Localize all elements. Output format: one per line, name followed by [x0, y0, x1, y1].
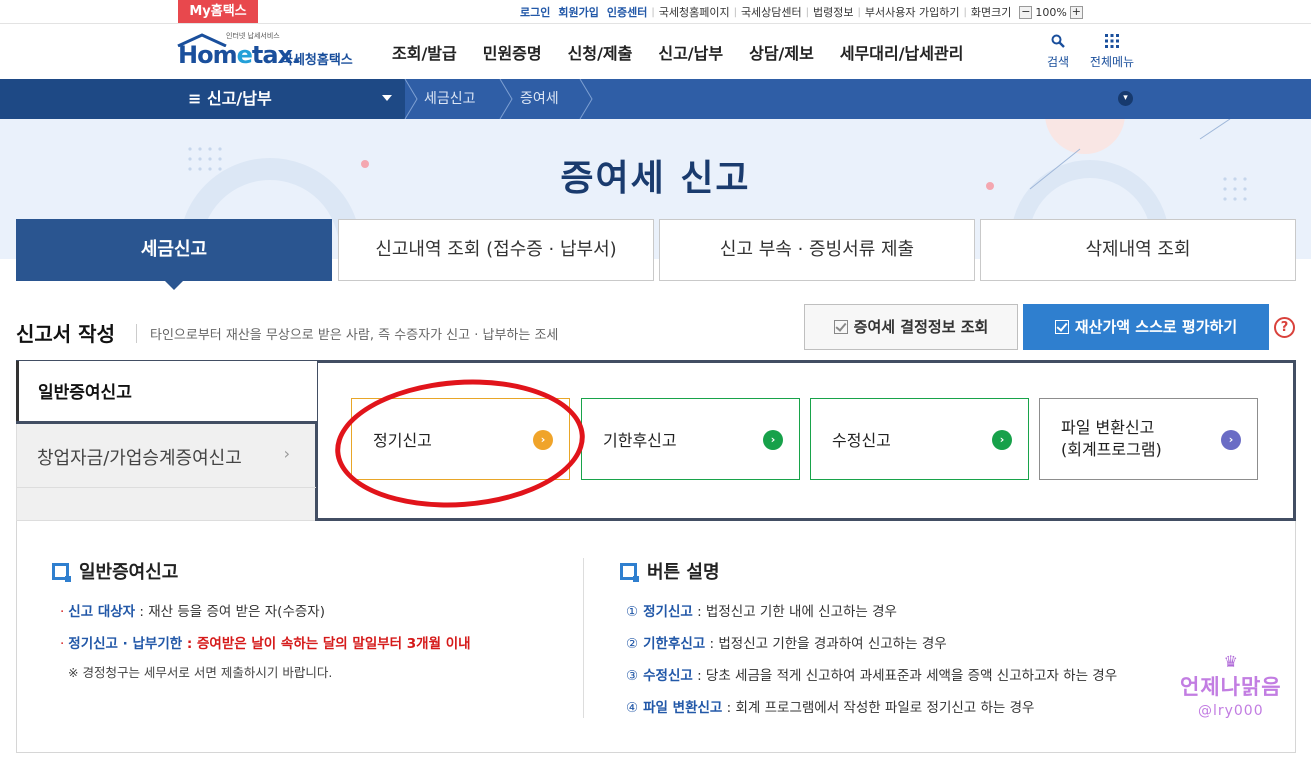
zoom-in-button[interactable]: +: [1069, 5, 1083, 19]
info-buttons-title: 버튼 설명: [620, 558, 720, 584]
file-conversion-report-button[interactable]: 파일 변환신고 (회계프로그램) ›: [1039, 398, 1258, 480]
chevron-right-icon: [579, 79, 593, 119]
page-title: 증여세 신고: [560, 158, 751, 199]
hamburger-icon: ≡: [188, 89, 207, 108]
cert-center-link[interactable]: 인증센터: [603, 4, 651, 20]
divider: [583, 558, 584, 718]
breadcrumb-item-gift-tax[interactable]: 증여세: [520, 79, 559, 119]
law-info-link[interactable]: 법령정보: [809, 4, 857, 20]
main-nav: 조회/발급 민원증명 신청/제출 신고/납부 상담/제보 세무대리/납세관리: [392, 25, 989, 79]
watermark: ♛ 언제나맑음 @lry000: [1180, 652, 1282, 719]
checkbox-icon: [1054, 320, 1069, 334]
login-link[interactable]: 로그인: [516, 4, 554, 20]
info-desc-late: ② 기한후신고 : 법정신고 기한을 경과하여 신고하는 경우: [626, 636, 947, 652]
nav-report-pay[interactable]: 신고/납부: [658, 40, 723, 64]
arrow-right-icon: ›: [763, 430, 783, 450]
late-report-button[interactable]: 기한후신고 ›: [581, 398, 800, 480]
chevron-right-icon: ›: [283, 444, 290, 463]
breadcrumb-item-tax-report[interactable]: 세금신고: [424, 79, 476, 119]
nts-homepage-link[interactable]: 국세청홈페이지: [655, 4, 734, 20]
crown-icon: ♛: [1223, 652, 1238, 671]
chevron-down-icon[interactable]: [382, 95, 392, 101]
info-general-title: 일반증여신고: [52, 558, 178, 584]
nav-tax-agent[interactable]: 세무대리/납세관리: [840, 40, 964, 64]
info-note: ※ 경정청구는 세무서로 서면 제출하시기 바랍니다.: [68, 665, 333, 680]
amended-report-button[interactable]: 수정신고 ›: [810, 398, 1029, 480]
chevron-right-icon: [404, 79, 418, 119]
active-tab-pointer: [164, 280, 184, 290]
logo-korean: 국세청홈택스: [281, 53, 353, 68]
square-bullet-icon: [52, 563, 71, 582]
screen-size-label: 화면크기: [970, 6, 1012, 19]
arrow-right-icon: ›: [533, 430, 553, 450]
search-label: 검색: [1046, 55, 1070, 69]
utility-links: 로그인 회원가입 인증센터 | 국세청홈페이지 | 국세상담센터 | 법령정보 …: [516, 0, 1083, 24]
nav-certificates[interactable]: 민원증명: [483, 40, 542, 64]
tab-deleted-history[interactable]: 삭제내역 조회: [980, 219, 1296, 281]
chevron-right-icon: [499, 79, 513, 119]
expand-icon[interactable]: ▾: [1118, 91, 1133, 106]
zoom-control: − 100% +: [1019, 5, 1083, 19]
section-title: 신고서 작성: [16, 322, 115, 346]
checkbox-icon: [833, 320, 848, 334]
nav-general-gift-report[interactable]: 일반증여신고: [16, 361, 317, 421]
dept-user-signup-link[interactable]: 부서사용자 가입하기: [861, 4, 964, 20]
panel-border: [16, 421, 318, 424]
arrow-right-icon: ›: [1221, 430, 1241, 450]
nav-startup-succession-gift-report[interactable]: 창업자금/가업승계증여신고 ›: [16, 424, 316, 488]
gift-tax-decision-lookup-button[interactable]: 증여세 결정정보 조회: [804, 304, 1018, 350]
signup-link[interactable]: 회원가입: [554, 4, 602, 20]
grid-menu-icon: [1087, 33, 1137, 53]
zoom-out-button[interactable]: −: [1019, 5, 1033, 19]
consult-center-link[interactable]: 국세상담센터: [737, 4, 806, 20]
square-bullet-icon: [620, 563, 639, 582]
nav-apply-submit[interactable]: 신청/제출: [568, 40, 633, 64]
zoom-level: 100%: [1035, 5, 1067, 19]
search-button[interactable]: 검색: [1033, 33, 1083, 70]
nav-consult-report[interactable]: 상담/제보: [749, 40, 814, 64]
regular-report-button[interactable]: 정기신고 ›: [351, 398, 570, 480]
help-icon[interactable]: ?: [1274, 317, 1295, 338]
info-desc-file: ④ 파일 변환신고 : 회계 프로그램에서 작성한 파일로 정기신고 하는 경우: [626, 700, 1035, 716]
info-target-line: · 신고 대상자 : 재산 등을 증여 받은 자(수증자): [60, 604, 325, 620]
site-header: 인터넷 납세서비스 Hometax. 국세청홈택스 조회/발급 민원증명 신청/…: [0, 25, 1311, 79]
self-evaluate-assets-button[interactable]: 재산가액 스스로 평가하기: [1023, 304, 1269, 350]
all-menu-button[interactable]: 전체메뉴: [1087, 33, 1137, 70]
utility-bar: My홈택스 로그인 회원가입 인증센터 | 국세청홈페이지 | 국세상담센터 |…: [0, 0, 1311, 24]
nav-inquiry-issue[interactable]: 조회/발급: [392, 40, 457, 64]
my-hometax-button[interactable]: My홈택스: [178, 0, 258, 23]
arrow-right-icon: ›: [992, 430, 1012, 450]
info-deadline-line: · 정기신고 · 납부기한 : 증여받은 날이 속하는 달의 말일부터 3개월 이…: [60, 636, 471, 652]
section-description: 타인으로부터 재산을 무상으로 받은 사람, 즉 수증자가 신고 · 납부하는 …: [136, 324, 558, 343]
logo-subtitle: 인터넷 납세서비스: [226, 32, 280, 40]
breadcrumb-menu-toggle[interactable]: ≡ 신고/납부: [188, 79, 272, 119]
info-desc-regular: ① 정기신고 : 법정신고 기한 내에 신고하는 경우: [626, 604, 897, 620]
all-menu-label: 전체메뉴: [1089, 55, 1135, 69]
hometax-logo[interactable]: 인터넷 납세서비스 Hometax. 국세청홈택스: [176, 31, 366, 75]
search-icon: [1033, 33, 1083, 53]
info-desc-amended: ③ 수정신고 : 당초 세금을 적게 신고하여 과세표준과 세액을 증액 신고하고…: [626, 668, 1118, 684]
tab-report-history[interactable]: 신고내역 조회 (접수증 · 납부서): [338, 219, 654, 281]
tab-tax-report[interactable]: 세금신고: [16, 219, 332, 281]
breadcrumb: ≡ 신고/납부 세금신고 증여세 ▾: [0, 79, 1311, 119]
tab-attachment-submit[interactable]: 신고 부속 · 증빙서류 제출: [659, 219, 975, 281]
